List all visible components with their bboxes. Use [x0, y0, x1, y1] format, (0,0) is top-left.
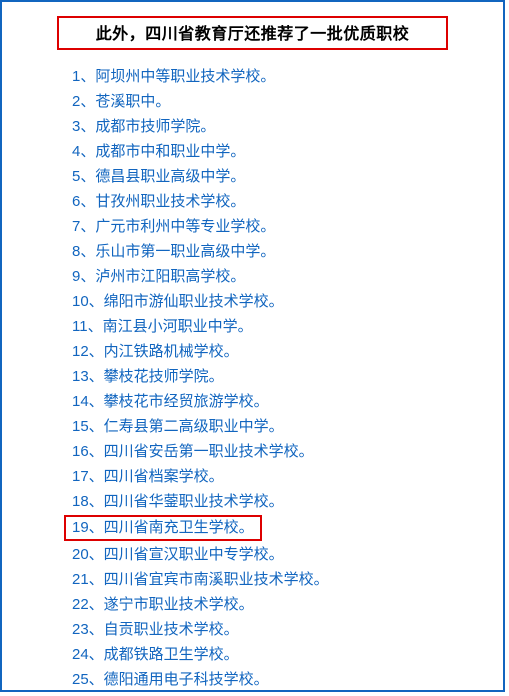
list-item: 9、泸州市江阳职高学校。 [72, 264, 503, 289]
list-item: 17、四川省档案学校。 [72, 464, 503, 489]
list-item: 11、南江县小河职业中学。 [72, 314, 503, 339]
list-item-highlighted: 19、四川省南充卫生学校。 [64, 515, 262, 541]
list-item: 2、苍溪职中。 [72, 89, 503, 114]
list-item: 5、德昌县职业高级中学。 [72, 164, 503, 189]
list-item: 6、甘孜州职业技术学校。 [72, 189, 503, 214]
list-item: 4、成都市中和职业中学。 [72, 139, 503, 164]
list-item: 22、遂宁市职业技术学校。 [72, 592, 503, 617]
list-item: 18、四川省华蓥职业技术学校。 [72, 489, 503, 514]
list-item: 23、自贡职业技术学校。 [72, 617, 503, 642]
headline-text: 此外，四川省教育厅还推荐了一批优质职校 [96, 26, 410, 43]
list-item: 10、绵阳市游仙职业技术学校。 [72, 289, 503, 314]
list-item: 21、四川省宜宾市南溪职业技术学校。 [72, 567, 503, 592]
list-item: 15、仁寿县第二高级职业中学。 [72, 414, 503, 439]
list-item: 24、成都铁路卫生学校。 [72, 642, 503, 667]
list-item: 25、德阳通用电子科技学校。 [72, 667, 503, 692]
document-frame: 此外，四川省教育厅还推荐了一批优质职校 1、阿坝州中等职业技术学校。2、苍溪职中… [0, 0, 505, 692]
list-item: 14、攀枝花市经贸旅游学校。 [72, 389, 503, 414]
list-item: 7、广元市利州中等专业学校。 [72, 214, 503, 239]
list-item: 13、攀枝花技师学院。 [72, 364, 503, 389]
list-item: 20、四川省宣汉职业中专学校。 [72, 542, 503, 567]
list-item: 8、乐山市第一职业高级中学。 [72, 239, 503, 264]
headline-highlight-box: 此外，四川省教育厅还推荐了一批优质职校 [57, 16, 448, 50]
list-item: 12、内江铁路机械学校。 [72, 339, 503, 364]
list-item: 3、成都市技师学院。 [72, 114, 503, 139]
school-list: 1、阿坝州中等职业技术学校。2、苍溪职中。3、成都市技师学院。4、成都市中和职业… [72, 64, 503, 692]
list-item: 1、阿坝州中等职业技术学校。 [72, 64, 503, 89]
list-item: 16、四川省安岳第一职业技术学校。 [72, 439, 503, 464]
list-item: 19、四川省南充卫生学校。 [72, 514, 503, 542]
